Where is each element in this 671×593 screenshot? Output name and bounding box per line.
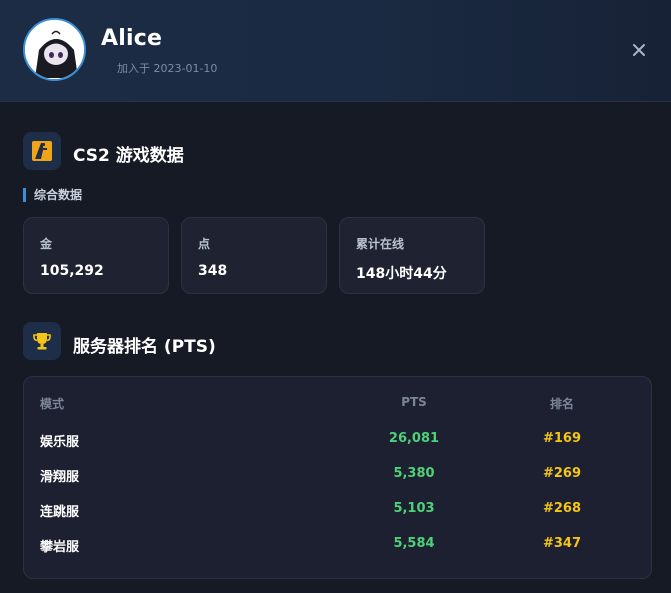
overall-data-subheading: 综合数据 — [23, 188, 82, 202]
profile-header: Alice 加入于 2023-01-10 — [0, 0, 671, 102]
mode-cell: 娱乐服 — [40, 435, 80, 450]
ranking-section-title: 服务器排名 (PTS) — [73, 337, 216, 357]
stat-label: 点 — [198, 237, 211, 251]
close-button[interactable] — [626, 37, 652, 63]
rank-cell: #269 — [542, 466, 582, 481]
table-row: 连跳服 5,103 #268 — [24, 501, 653, 521]
cs2-logo-icon — [23, 132, 61, 170]
table-row: 攀岩服 5,584 #347 — [24, 536, 653, 556]
table-row: 滑翔服 5,380 #269 — [24, 466, 653, 486]
pts-cell: 5,103 — [393, 501, 435, 516]
stat-value: 148小时44分 — [356, 266, 447, 282]
stat-card-online-time: 累计在线 148小时44分 — [339, 217, 485, 294]
stat-value: 105,292 — [40, 263, 104, 279]
join-date: 加入于 2023-01-10 — [117, 62, 218, 75]
stat-label: 累计在线 — [356, 237, 405, 251]
pts-cell: 26,081 — [388, 431, 440, 446]
rank-cell: #169 — [542, 431, 582, 446]
stat-card-points: 点 348 — [181, 217, 327, 294]
column-header-pts: PTS — [401, 395, 427, 409]
rank-cell: #268 — [542, 501, 582, 516]
close-icon — [633, 44, 645, 56]
stat-label: 金 — [40, 237, 53, 251]
stat-value: 348 — [198, 263, 228, 279]
ranking-table: 模式 PTS 排名 娱乐服 26,081 #169 滑翔服 5,380 #269… — [23, 376, 652, 579]
table-row: 娱乐服 26,081 #169 — [24, 431, 653, 451]
avatar-image — [25, 20, 84, 79]
stat-card-gold: 金 105,292 — [23, 217, 169, 294]
trophy-icon — [23, 322, 61, 360]
rank-cell: #347 — [542, 536, 582, 551]
user-name: Alice — [101, 26, 163, 51]
column-header-rank: 排名 — [549, 397, 574, 411]
column-header-mode: 模式 — [40, 397, 65, 411]
pts-cell: 5,584 — [393, 536, 435, 551]
mode-cell: 滑翔服 — [40, 470, 80, 485]
pts-cell: 5,380 — [393, 466, 435, 481]
mode-cell: 连跳服 — [40, 505, 80, 520]
mode-cell: 攀岩服 — [40, 540, 80, 555]
avatar — [23, 18, 86, 81]
cs2-section-title: CS2 游戏数据 — [73, 146, 184, 166]
